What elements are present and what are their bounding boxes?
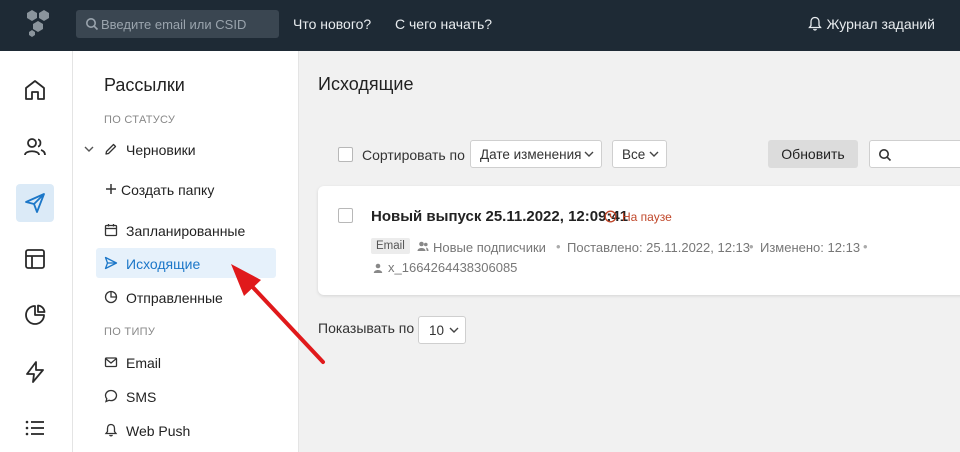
bell-icon [104, 423, 118, 437]
chevron-down-icon [649, 151, 659, 157]
rail-analytics[interactable] [16, 296, 54, 334]
list-search-input[interactable] [869, 140, 960, 168]
whats-new-link[interactable]: Что нового? [293, 16, 371, 32]
getting-started-link[interactable]: С чего начать? [395, 16, 492, 32]
search-placeholder: Введите email или CSID [101, 17, 247, 32]
filter-select-value: Все [622, 147, 646, 162]
campaign-card[interactable]: Новый выпуск 25.11.2022, 12:09:41 На пау… [318, 186, 960, 295]
select-all-checkbox[interactable] [338, 147, 353, 162]
home-icon [25, 80, 45, 100]
separator-dot: • [749, 239, 754, 254]
layout-icon [25, 249, 45, 269]
bell-icon [808, 16, 823, 31]
section-by-status: ПО СТАТУСУ [104, 114, 176, 126]
chat-bubble-icon [104, 389, 118, 403]
separator-dot: • [556, 239, 561, 254]
campaign-checkbox[interactable] [338, 208, 353, 223]
sidebar-item-scheduled[interactable]: Запланированные [96, 215, 276, 245]
campaign-title[interactable]: Новый выпуск 25.11.2022, 12:09:41 [371, 208, 628, 225]
users-icon [24, 138, 46, 156]
filter-select[interactable]: Все [612, 140, 667, 168]
logo-icon[interactable] [26, 8, 52, 38]
user-icon [373, 263, 383, 273]
sidebar-item-label: Исходящие [126, 256, 201, 272]
sidebar-item-label: Email [126, 355, 162, 371]
top-bar: Введите email или CSID Что нового? С чег… [0, 0, 960, 51]
pie-chart-icon [104, 290, 118, 304]
sidebar-item-label: SMS [126, 389, 157, 405]
list-toolbar: Сортировать по Дате изменения Все Обнови… [318, 140, 960, 170]
search-input[interactable]: Введите email или CSID [76, 10, 279, 38]
per-page-value: 10 [429, 323, 445, 338]
changed-text: Изменено: 12:13 [760, 240, 861, 255]
task-journal-link[interactable]: Журнал заданий [808, 16, 935, 32]
send-icon [104, 256, 118, 270]
sidebar-title: Рассылки [104, 75, 185, 95]
list-icon [25, 420, 44, 436]
refresh-button-label: Обновить [781, 146, 845, 162]
sort-select[interactable]: Дате изменения [470, 140, 602, 168]
pencil-icon [105, 143, 117, 155]
chevron-down-icon[interactable] [84, 145, 94, 153]
sort-select-value: Дате изменения [480, 147, 582, 162]
sidebar-item-email[interactable]: Email [96, 347, 276, 377]
sidebar-item-label: Запланированные [126, 223, 246, 239]
sidebar-item-label: Web Push [126, 423, 191, 439]
chevron-down-icon [449, 327, 459, 333]
calendar-icon [104, 224, 118, 237]
per-page-select[interactable]: 10 [418, 316, 466, 344]
rail-home[interactable] [16, 71, 54, 109]
task-journal-label: Журнал заданий [826, 16, 935, 32]
sidebar-item-label: Отправленные [126, 290, 223, 306]
create-folder-label: Создать папку [121, 182, 215, 198]
create-folder-button[interactable]: Создать папку [96, 174, 276, 204]
lightning-icon [26, 361, 44, 383]
campaign-author: x_1664264438306085 [371, 260, 517, 275]
pie-chart-icon [25, 304, 46, 325]
chevron-down-icon [584, 151, 594, 157]
sort-label: Сортировать по [362, 147, 465, 163]
status-badge: На паузе [604, 210, 672, 224]
rail-templates[interactable] [16, 240, 54, 278]
page-title: Исходящие [318, 74, 414, 94]
status-text: На паузе [622, 210, 672, 224]
sidebar-item-sent[interactable]: Отправленные [96, 282, 276, 312]
search-icon [86, 18, 99, 31]
sidebar-item-label: Черновики [126, 142, 196, 158]
queued-text: Поставлено: 25.11.2022, 12:13 [567, 240, 751, 255]
users-icon [417, 241, 429, 251]
send-icon [25, 193, 45, 213]
rail-contacts[interactable] [16, 128, 54, 166]
sidebar-item-outgoing[interactable]: Исходящие [96, 248, 276, 278]
sidebar-item-webpush[interactable]: Web Push [96, 415, 276, 445]
envelope-icon [104, 357, 118, 368]
rail-lists[interactable] [16, 409, 54, 447]
separator-dot: • [863, 239, 868, 254]
refresh-button[interactable]: Обновить [768, 140, 858, 168]
sidebar-item-sms[interactable]: SMS [96, 381, 276, 411]
type-tag: Email [371, 238, 410, 254]
icon-rail [0, 51, 73, 452]
sidebar-item-drafts[interactable]: Черновики [84, 134, 276, 164]
campaigns-sidebar: Рассылки ПО СТАТУСУ Черновики Создать па… [73, 51, 299, 452]
per-page-label: Показывать по [318, 320, 415, 336]
rail-campaigns[interactable] [16, 184, 54, 222]
campaign-meta: Email Новые подписчики • Поставлено: 25.… [371, 238, 951, 258]
search-icon [879, 149, 892, 162]
plus-icon [106, 184, 116, 194]
author-text: x_1664264438306085 [388, 260, 518, 275]
section-by-type: ПО ТИПУ [104, 326, 156, 338]
clock-icon [604, 210, 617, 223]
audience-text: Новые подписчики [433, 240, 546, 255]
rail-automation[interactable] [16, 353, 54, 391]
